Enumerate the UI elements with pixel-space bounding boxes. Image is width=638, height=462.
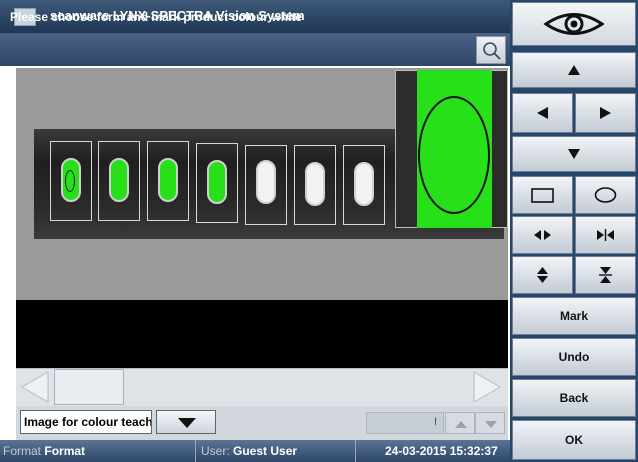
undo-button-label: Undo bbox=[558, 350, 590, 364]
zoom-inset-mark-ellipse[interactable] bbox=[418, 96, 490, 214]
move-down-button[interactable] bbox=[512, 136, 636, 172]
shape-ellipse-button[interactable] bbox=[575, 176, 636, 214]
scroll-right-icon bbox=[473, 371, 502, 403]
status-divider bbox=[195, 440, 196, 462]
status-user-value: Guest User bbox=[233, 444, 298, 458]
widen-button[interactable] bbox=[512, 216, 573, 254]
eye-icon bbox=[543, 13, 605, 35]
status-format-value: Format bbox=[44, 444, 86, 458]
shorter-button[interactable] bbox=[575, 256, 636, 294]
product-unmarked bbox=[354, 162, 374, 206]
shape-rectangle-button[interactable] bbox=[512, 176, 573, 214]
back-button-label: Back bbox=[559, 391, 589, 405]
view-toggle-button[interactable] bbox=[512, 2, 636, 46]
mark-ellipse bbox=[65, 170, 75, 192]
arrow-right-icon bbox=[600, 107, 611, 119]
arrow-left-icon bbox=[537, 107, 548, 119]
dropdown-toggle-button[interactable] bbox=[156, 410, 216, 434]
move-left-button[interactable] bbox=[512, 93, 573, 133]
product-unmarked bbox=[305, 162, 325, 206]
instruction-bar bbox=[0, 33, 510, 66]
shrink-vertical-icon bbox=[599, 267, 612, 283]
status-format: Format Format bbox=[3, 444, 85, 458]
ellipse-shape-icon bbox=[594, 187, 617, 203]
taller-button[interactable] bbox=[512, 256, 573, 294]
chevron-down-icon bbox=[178, 418, 196, 428]
move-right-button[interactable] bbox=[575, 93, 636, 133]
scroll-right-button[interactable] bbox=[470, 370, 504, 404]
index-up-button[interactable] bbox=[445, 412, 475, 434]
mark-button-label: Mark bbox=[559, 309, 588, 323]
arrow-down-icon bbox=[485, 421, 497, 428]
instruction-text: Please choose form and mark product colo… bbox=[10, 10, 303, 24]
scroll-left-button[interactable] bbox=[18, 370, 52, 404]
expand-vertical-icon bbox=[537, 267, 548, 283]
status-format-label: Format bbox=[3, 444, 42, 458]
product-unmarked bbox=[256, 160, 276, 204]
ok-button-label: OK bbox=[565, 433, 583, 447]
status-user: User: Guest User bbox=[201, 444, 297, 458]
shrink-horizontal-icon bbox=[597, 229, 614, 241]
product-marked-green bbox=[207, 160, 227, 204]
move-up-button[interactable] bbox=[512, 52, 636, 88]
narrow-button[interactable] bbox=[575, 216, 636, 254]
scrollbar-thumb[interactable] bbox=[54, 369, 124, 405]
arrow-up-icon bbox=[568, 65, 580, 75]
status-datetime: 24-03-2015 15:32:37 bbox=[385, 444, 498, 458]
image-dark-band bbox=[16, 300, 508, 368]
index-down-button[interactable] bbox=[475, 412, 505, 434]
image-select-dropdown[interactable]: Image for colour teachi bbox=[20, 410, 152, 434]
arrow-up-icon bbox=[455, 421, 467, 428]
magnifier-icon bbox=[483, 42, 501, 60]
expand-horizontal-icon bbox=[534, 230, 551, 240]
arrow-down-icon bbox=[568, 149, 580, 159]
status-datetime-value: 24-03-2015 15:32:37 bbox=[385, 444, 498, 458]
mark-button[interactable]: Mark bbox=[512, 297, 636, 335]
zoom-button[interactable] bbox=[476, 36, 506, 64]
scroll-left-icon bbox=[20, 371, 49, 403]
rectangle-shape-icon bbox=[531, 188, 554, 203]
back-button[interactable]: Back bbox=[512, 379, 636, 417]
product-marked-green bbox=[158, 158, 178, 202]
ok-button[interactable]: OK bbox=[512, 420, 636, 460]
status-user-label: User: bbox=[201, 444, 230, 458]
image-index-field[interactable]: I bbox=[366, 412, 444, 434]
product-marked-green bbox=[109, 158, 129, 202]
undo-button[interactable]: Undo bbox=[512, 338, 636, 376]
status-divider bbox=[355, 440, 356, 462]
